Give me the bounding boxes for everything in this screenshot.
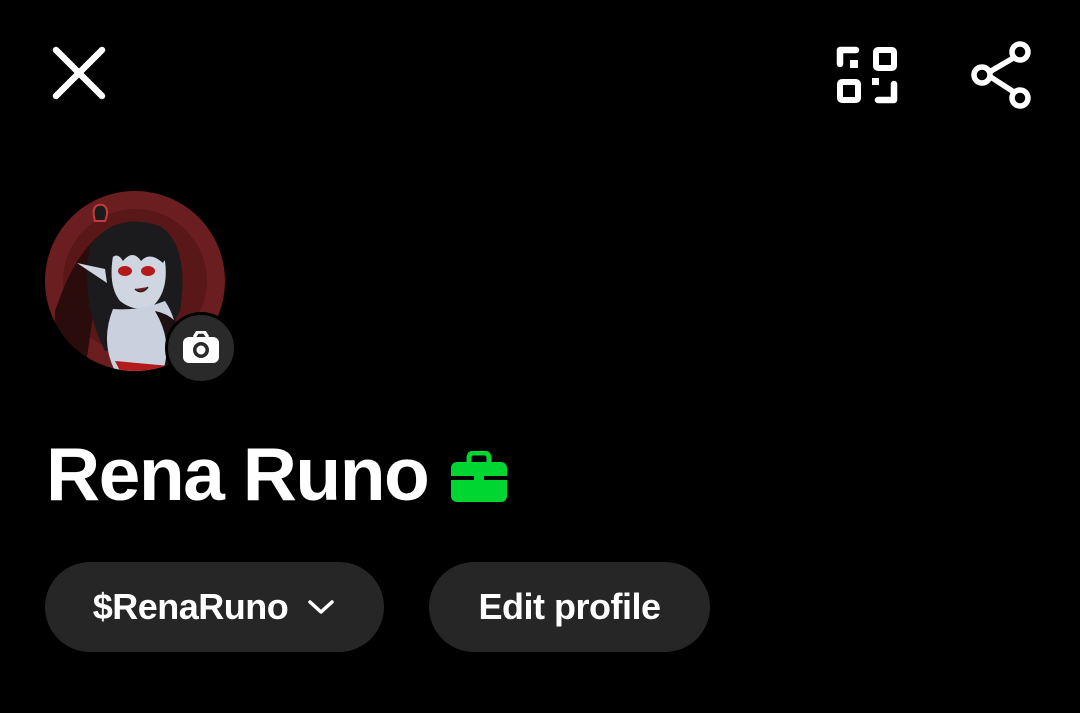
close-button[interactable] — [46, 40, 112, 106]
change-photo-button[interactable] — [165, 312, 237, 384]
edit-profile-button[interactable]: Edit profile — [429, 562, 710, 652]
share-icon — [971, 41, 1031, 109]
chevron-down-icon — [308, 600, 335, 614]
qr-code-button[interactable] — [832, 42, 902, 108]
edit-profile-label: Edit profile — [478, 586, 662, 627]
qr-code-scan-icon — [836, 46, 898, 104]
share-button[interactable] — [968, 40, 1036, 110]
profile-display-name: Rena Runo — [46, 431, 430, 516]
cashtag-dropdown-button[interactable]: $RenaRuno — [45, 562, 384, 652]
briefcase-icon — [451, 451, 508, 502]
profile-avatar-container[interactable] — [45, 191, 239, 385]
cashtag-label: $RenaRuno — [92, 586, 289, 627]
camera-icon — [183, 331, 219, 363]
profile-name-row: Rena Runo — [46, 428, 508, 520]
close-icon — [52, 46, 106, 100]
